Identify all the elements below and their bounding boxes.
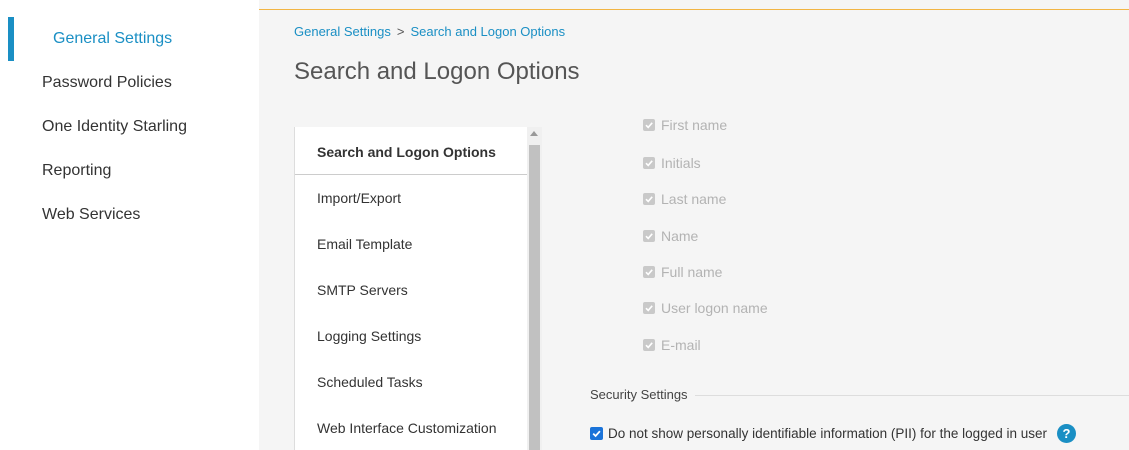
tab-label: Scheduled Tasks: [317, 374, 423, 390]
tab-email-template[interactable]: Email Template: [295, 221, 527, 267]
checkmark-icon: [643, 302, 655, 314]
clipped-field-container: First name: [643, 119, 763, 135]
tab-label: Logging Settings: [317, 328, 422, 344]
checkmark-icon: [643, 266, 655, 278]
field-row-first-name: First name: [643, 119, 727, 135]
tab-label: Email Template: [317, 236, 413, 252]
field-row-email: E-mail: [643, 335, 701, 355]
field-row-initials: Initials: [643, 153, 701, 173]
checkmark-icon: [643, 157, 655, 169]
field-row-full-name: Full name: [643, 262, 722, 282]
field-label: Full name: [661, 264, 723, 280]
field-row-name: Name: [643, 226, 698, 246]
tab-import-export[interactable]: Import/Export: [295, 175, 527, 221]
field-label: Name: [661, 228, 699, 244]
tab-smtp-servers[interactable]: SMTP Servers: [295, 267, 527, 313]
tab-search-and-logon-options[interactable]: Search and Logon Options: [295, 127, 527, 175]
nav-item-general-settings[interactable]: General Settings: [53, 30, 172, 48]
pii-label: Do not show personally identifiable info…: [608, 426, 1047, 441]
left-nav: General Settings Password Policies One I…: [0, 0, 258, 450]
nav-item-reporting[interactable]: Reporting: [42, 162, 111, 180]
tab-label: Web Interface Customization: [317, 420, 497, 436]
tab-label: Search and Logon Options: [317, 144, 496, 160]
breadcrumb-parent-link[interactable]: General Settings: [294, 24, 391, 39]
tab-label: SMTP Servers: [317, 282, 408, 298]
tab-list-scrollbar[interactable]: [527, 127, 542, 450]
chevron-up-icon[interactable]: [530, 131, 538, 136]
tab-logging-settings[interactable]: Logging Settings: [295, 313, 527, 359]
page-title: Search and Logon Options: [294, 58, 580, 85]
field-label: First name: [661, 119, 728, 133]
field-row-user-logon-name: User logon name: [643, 298, 768, 318]
field-row-last-name: Last name: [643, 189, 726, 209]
active-nav-indicator: [8, 17, 14, 61]
field-label: User logon name: [661, 300, 768, 316]
breadcrumb: General Settings > Search and Logon Option…: [294, 24, 565, 39]
checkmark-icon: [643, 339, 655, 351]
main-panel: General Settings > Search and Logon Option…: [259, 0, 1129, 450]
tab-web-interface-customization[interactable]: Web Interface Customization: [295, 405, 527, 450]
pii-checkbox[interactable]: [590, 427, 603, 440]
settings-tab-list: Search and Logon Options Import/Export E…: [294, 127, 527, 450]
checkmark-icon: [643, 230, 655, 242]
tab-scheduled-tasks[interactable]: Scheduled Tasks: [295, 359, 527, 405]
field-label: E-mail: [661, 337, 701, 353]
tab-label: Import/Export: [317, 190, 402, 206]
section-divider: [695, 395, 1129, 396]
scrollbar-thumb[interactable]: [529, 145, 540, 450]
field-label: Initials: [661, 155, 701, 171]
breadcrumb-current-link[interactable]: Search and Logon Options: [410, 24, 565, 39]
nav-item-web-services[interactable]: Web Services: [42, 206, 140, 224]
pii-setting-row: Do not show personally identifiable info…: [590, 424, 1076, 443]
app-root: General Settings Password Policies One I…: [0, 0, 1129, 450]
nav-item-password-policies[interactable]: Password Policies: [42, 74, 172, 92]
checkmark-icon: [643, 193, 655, 205]
field-label: Last name: [661, 191, 727, 207]
help-icon[interactable]: ?: [1057, 424, 1076, 443]
checkmark-icon: [643, 119, 655, 131]
breadcrumb-separator: >: [396, 24, 405, 39]
top-border-line: [259, 9, 1129, 10]
security-settings-header: Security Settings: [590, 387, 688, 402]
nav-item-one-identity-starling[interactable]: One Identity Starling: [42, 118, 187, 136]
